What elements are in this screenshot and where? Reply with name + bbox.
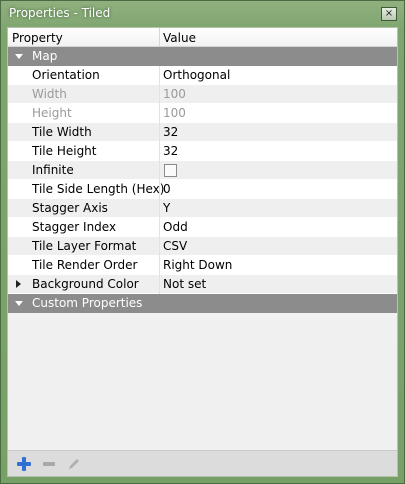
row-orientation[interactable]: Orientation Orthogonal <box>8 66 397 85</box>
row-background-color[interactable]: Background Color Not set <box>8 275 397 294</box>
property-value: 100 <box>163 106 186 120</box>
column-divider <box>159 66 160 85</box>
close-button[interactable]: × <box>381 7 397 21</box>
column-divider <box>159 237 160 256</box>
property-value: 100 <box>163 87 186 101</box>
infinite-checkbox[interactable] <box>164 164 177 177</box>
property-name: Height <box>32 106 72 120</box>
pencil-icon <box>69 459 79 469</box>
property-list: Map Orientation Orthogonal Width 100 Hei… <box>8 47 397 313</box>
row-stagger-axis[interactable]: Stagger Axis Y <box>8 199 397 218</box>
group-label: Custom Properties <box>32 296 143 310</box>
collapse-arrow-icon[interactable] <box>15 54 23 59</box>
property-value[interactable]: Y <box>163 201 170 215</box>
property-name: Infinite <box>32 163 74 177</box>
property-value[interactable]: Right Down <box>163 258 232 272</box>
property-value[interactable]: 32 <box>163 144 178 158</box>
row-tile-render-order[interactable]: Tile Render Order Right Down <box>8 256 397 275</box>
row-tile-height[interactable]: Tile Height 32 <box>8 142 397 161</box>
group-label: Map <box>32 49 58 63</box>
property-name: Stagger Index <box>32 220 117 234</box>
minus-icon <box>43 462 55 466</box>
remove-property-button[interactable] <box>41 456 57 472</box>
header-divider[interactable] <box>159 28 160 47</box>
properties-window: Properties - Tiled × Property Value Map … <box>0 0 405 484</box>
title-bar[interactable]: Properties - Tiled × <box>1 1 404 27</box>
expand-arrow-icon[interactable] <box>16 280 21 288</box>
property-name: Tile Height <box>32 144 97 158</box>
row-stagger-index[interactable]: Stagger Index Odd <box>8 218 397 237</box>
window-title: Properties - Tiled <box>9 6 111 20</box>
row-tile-layer-format[interactable]: Tile Layer Format CSV <box>8 237 397 256</box>
row-height: Height 100 <box>8 104 397 123</box>
property-value[interactable]: 32 <box>163 125 178 139</box>
column-divider <box>159 161 160 180</box>
collapse-arrow-icon[interactable] <box>15 301 23 306</box>
column-divider <box>159 180 160 199</box>
row-tile-width[interactable]: Tile Width 32 <box>8 123 397 142</box>
property-name: Width <box>32 87 67 101</box>
row-infinite[interactable]: Infinite <box>8 161 397 180</box>
rename-property-button[interactable] <box>66 456 82 472</box>
property-name: Orientation <box>32 68 100 82</box>
properties-toolbar <box>8 450 397 476</box>
property-name: Stagger Axis <box>32 201 108 215</box>
column-divider <box>159 123 160 142</box>
property-value[interactable]: Orthogonal <box>163 68 230 82</box>
row-width: Width 100 <box>8 85 397 104</box>
property-value[interactable]: 0 <box>163 182 171 196</box>
property-name: Tile Side Length (Hex) <box>32 182 165 196</box>
value-column-header[interactable]: Value <box>163 31 196 45</box>
group-custom-properties[interactable]: Custom Properties <box>8 294 397 313</box>
property-column-header[interactable]: Property <box>12 31 63 45</box>
row-tile-side-length[interactable]: Tile Side Length (Hex) 0 <box>8 180 397 199</box>
property-name: Tile Layer Format <box>32 239 137 253</box>
property-value[interactable]: CSV <box>163 239 187 253</box>
property-value[interactable]: Odd <box>163 220 188 234</box>
properties-panel: Property Value Map Orientation Orthogona… <box>7 27 398 477</box>
column-header: Property Value <box>8 28 397 47</box>
plus-icon <box>17 457 31 471</box>
column-divider <box>159 218 160 237</box>
column-divider <box>159 275 160 294</box>
property-name: Tile Render Order <box>32 258 138 272</box>
property-name: Tile Width <box>32 125 92 139</box>
column-divider <box>159 104 160 123</box>
column-divider <box>159 85 160 104</box>
column-divider <box>159 199 160 218</box>
column-divider <box>159 142 160 161</box>
column-divider <box>159 256 160 275</box>
property-value[interactable]: Not set <box>163 277 206 291</box>
group-map[interactable]: Map <box>8 47 397 66</box>
property-name: Background Color <box>32 277 139 291</box>
add-property-button[interactable] <box>16 456 32 472</box>
